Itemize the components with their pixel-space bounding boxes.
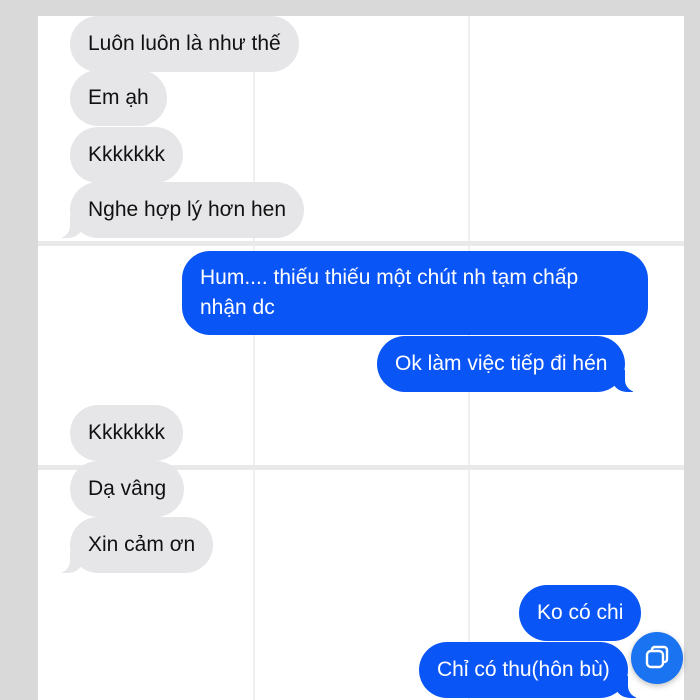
message-bubble-incoming[interactable]: Em ạh (70, 70, 167, 126)
message-bubble-incoming[interactable]: Nghe hợp lý hơn hen (53, 182, 305, 238)
message-bubble-outgoing[interactable]: Chỉ có thu(hôn bù) (419, 642, 644, 698)
floating-action-button[interactable] (631, 632, 683, 684)
message-bubble-incoming[interactable]: Luôn luôn là như thế (70, 16, 299, 72)
message-bubble-incoming[interactable]: Dạ vâng (70, 461, 185, 517)
message-bubble-incoming[interactable]: Xin cảm ơn (53, 517, 214, 573)
message-bubble-outgoing[interactable]: Ko có chi (519, 585, 642, 641)
message-bubble-incoming[interactable]: Kkkkkkk (70, 405, 184, 461)
message-bubble-outgoing[interactable]: Hum.... thiếu thiếu một chút nh tạm chấp… (182, 251, 648, 335)
grid-line (38, 241, 684, 246)
message-bubble-outgoing[interactable]: Ok làm việc tiếp đi hén (377, 336, 642, 392)
grid-line (253, 16, 255, 700)
chat-screenshot: Luôn luôn là như thế Em ạh Kkkkkkk Nghe … (38, 16, 684, 700)
copy-icon (645, 645, 669, 669)
message-bubble-incoming[interactable]: Kkkkkkk (70, 127, 184, 183)
